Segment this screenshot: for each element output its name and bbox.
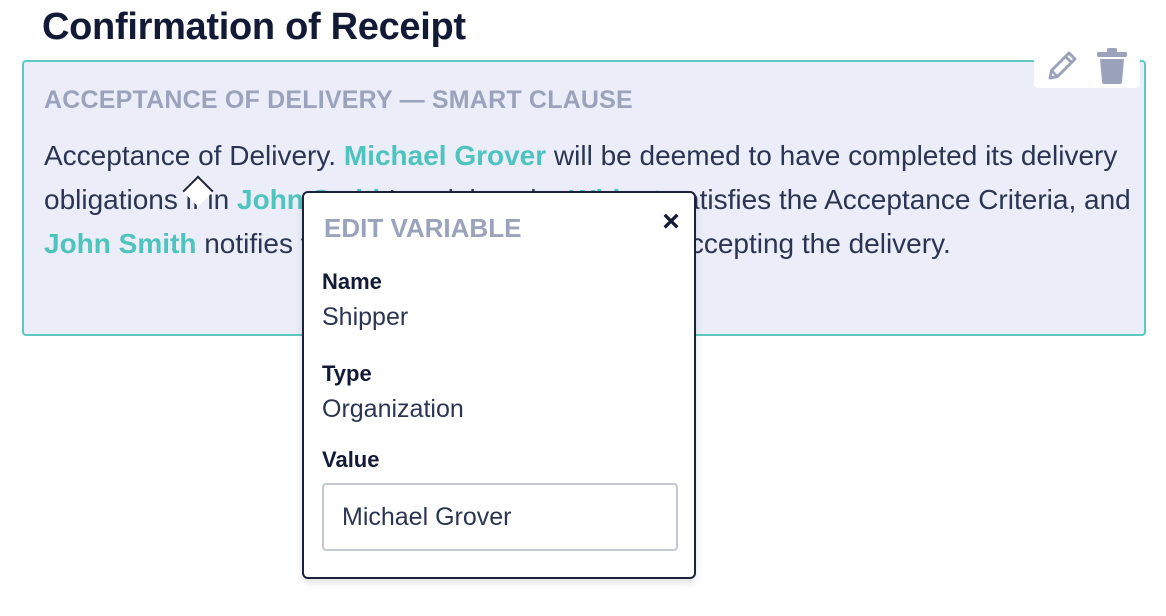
- value-input[interactable]: [322, 483, 678, 551]
- variable-receiver[interactable]: John Smith: [44, 228, 196, 259]
- value-label: Value: [322, 447, 380, 472]
- popup-title: EDIT VARIABLE: [324, 213, 522, 243]
- name-value: Shipper: [322, 303, 409, 331]
- clause-text: Acceptance of Delivery.: [44, 140, 344, 171]
- delete-clause-button[interactable]: [1088, 44, 1136, 88]
- edit-clause-button[interactable]: [1038, 44, 1086, 88]
- clause-heading: ACCEPTANCE OF DELIVERY — SMART CLAUSE: [44, 86, 633, 114]
- variable-shipper[interactable]: Michael Grover: [344, 140, 546, 171]
- edit-variable-popup: EDIT VARIABLE × Name Shipper Type Organi…: [302, 191, 696, 579]
- clause-actions: [1034, 44, 1140, 88]
- page-title: Confirmation of Receipt: [42, 6, 466, 48]
- name-label: Name: [322, 269, 382, 294]
- clause-text: satisfies the Acceptance Criteria, and: [662, 184, 1131, 215]
- pencil-icon: [1048, 51, 1077, 80]
- close-icon[interactable]: ×: [656, 205, 686, 238]
- type-value: Organization: [322, 395, 464, 423]
- trash-icon: [1097, 48, 1127, 84]
- type-label: Type: [322, 361, 372, 386]
